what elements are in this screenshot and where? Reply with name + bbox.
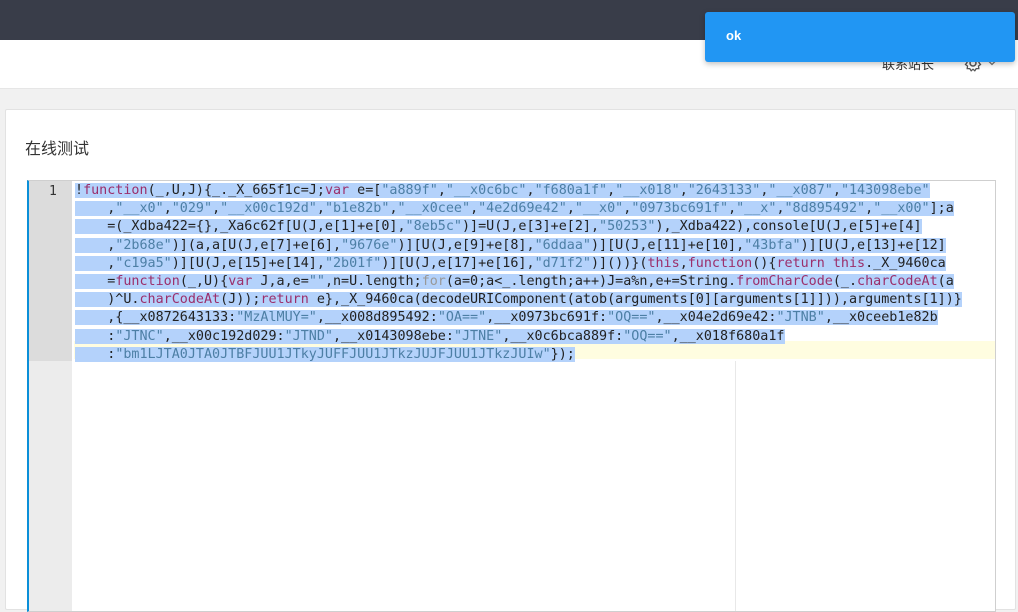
content-card: 在线测试 1 !function(_,U,J){_._X_665f1c=J;va… [5,109,1016,612]
active-line-gutter [29,181,72,361]
print-margin [735,361,736,611]
code-line: =function(_,U){var J,a,e="",n=U.length;f… [75,274,954,290]
code-editor[interactable]: 1 !function(_,U,J){_._X_665f1c=J;var e=[… [27,180,996,612]
code-line: =(_Xdba422={},_Xa6c62f[U(J,e[1]+e[0],"8e… [75,219,922,235]
toast-notification[interactable]: ok [705,12,1015,62]
code-line: ,"2b68e")](a,a[U(J,e[7]+e[6],"9676e")][U… [75,237,946,253]
code-line: )^U.charCodeAt(J));return e},_X_9460ca(d… [75,292,962,308]
code-line: :"bm1LJTA0JTA0JTBFJUU1JTkyJUFFJUU1JTkzJU… [75,346,575,362]
page-title: 在线测试 [25,139,90,158]
line-number: 1 [49,184,57,199]
code-content[interactable]: !function(_,U,J){_._X_665f1c=J;var e=["a… [75,182,962,364]
toast-message: ok [726,28,742,43]
code-line: :"JTNC",__x00c192d029:"JTND",__x0143098e… [75,328,785,344]
code-line: ,{__x0872643133:"MzAlMUY=",__x008d895492… [75,310,938,326]
code-line: !function(_,U,J){_._X_665f1c=J;var e=["a… [75,183,930,198]
code-line: ,"__x0","029","__x00c192d","b1e82b","__x… [75,201,954,217]
code-line: ,"c19a5")][U(J,e[15]+e[14],"2b01f")][U(J… [75,255,946,271]
